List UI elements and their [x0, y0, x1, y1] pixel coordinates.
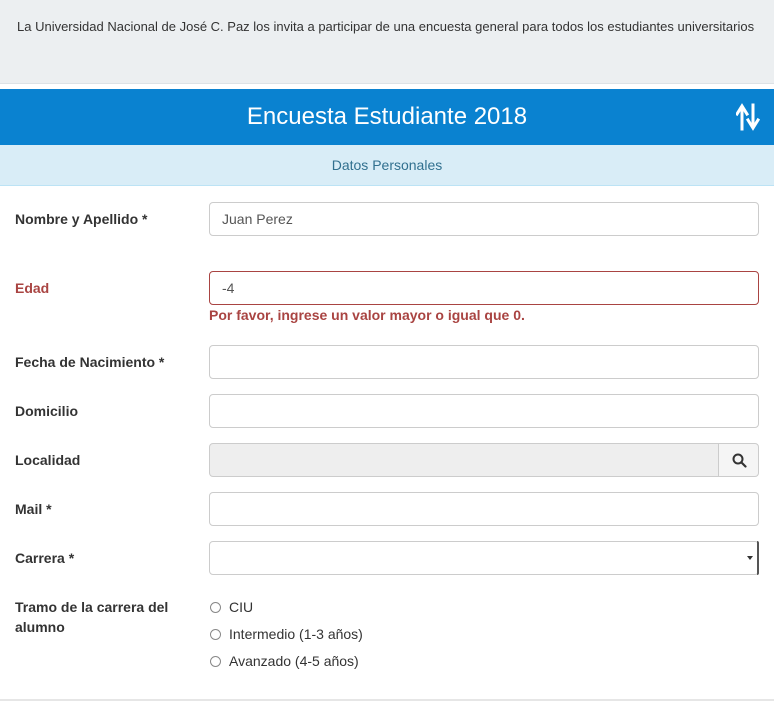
chevron-down-icon: [747, 556, 753, 560]
personal-data-form: Nombre y Apellido * Juan Perez Edad -4 P…: [0, 186, 774, 701]
radio-circle-icon: [210, 656, 221, 667]
localidad-input: [209, 443, 719, 477]
domicilio-input[interactable]: [209, 394, 759, 428]
mail-input[interactable]: [209, 492, 759, 526]
radio-option-ciu[interactable]: CIU: [209, 597, 409, 617]
carrera-label: Carrera *: [15, 550, 75, 566]
radio-option-label: Avanzado (4-5 años): [229, 653, 359, 669]
radio-option-label: CIU: [229, 599, 254, 615]
edad-error-message: Por favor, ingrese un valor mayor o igua…: [209, 307, 525, 323]
nombre-label: Nombre y Apellido *: [15, 211, 148, 227]
mail-label: Mail *: [15, 501, 52, 517]
domicilio-label: Domicilio: [15, 403, 79, 419]
search-icon: [732, 453, 747, 468]
radio-option-intermedio[interactable]: Intermedio (1-3 años): [209, 624, 409, 644]
radio-option-avanzado[interactable]: Avanzado (4-5 años): [209, 651, 409, 671]
fecha-label: Fecha de Nacimiento *: [15, 354, 165, 370]
tramo-label: Tramo de la carrera del alumno: [15, 599, 169, 635]
radio-circle-icon: [210, 629, 221, 640]
localidad-label: Localidad: [15, 452, 81, 468]
radio-option-label: Intermedio (1-3 años): [229, 626, 363, 642]
radio-circle-icon: [210, 602, 221, 613]
edad-label: Edad: [15, 280, 50, 296]
sort-arrows-icon[interactable]: [734, 103, 761, 131]
intro-text: La Universidad Nacional de José C. Paz l…: [17, 19, 755, 34]
select-edge: [757, 541, 759, 575]
intro-banner: La Universidad Nacional de José C. Paz l…: [0, 0, 774, 84]
survey-title: Encuesta Estudiante 2018: [246, 103, 528, 130]
localidad-search-button[interactable]: [718, 443, 759, 477]
section-title: Datos Personales: [331, 157, 443, 173]
section-header: Datos Personales: [0, 145, 774, 186]
survey-header: Encuesta Estudiante 2018: [0, 89, 774, 145]
edad-input[interactable]: -4: [209, 271, 759, 305]
nombre-input[interactable]: Juan Perez: [209, 202, 759, 236]
carrera-select[interactable]: [209, 541, 759, 575]
fecha-nacimiento-input[interactable]: [209, 345, 759, 379]
